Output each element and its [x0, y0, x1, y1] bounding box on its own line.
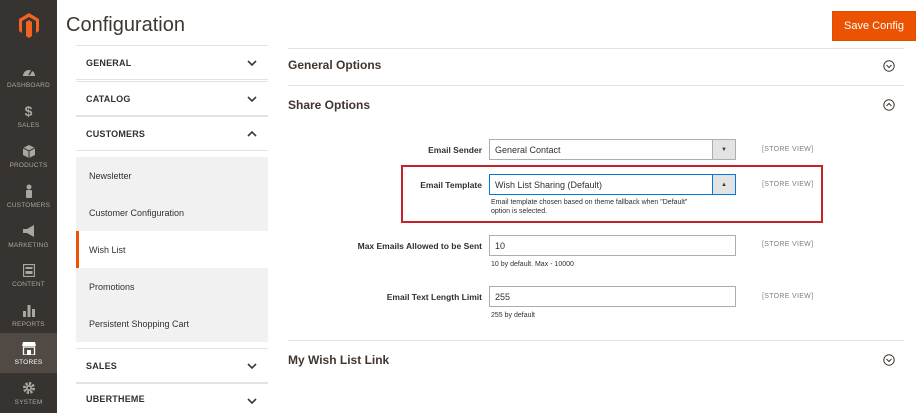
nav-label: MARKETING [8, 242, 49, 249]
nav-label: SALES [17, 122, 40, 129]
section-divider [288, 85, 904, 86]
tab-label: SALES [86, 360, 118, 371]
select-value: General Contact [495, 144, 561, 155]
nav-label: STORES [14, 359, 43, 366]
nav-marketing[interactable]: MARKETING [0, 216, 57, 256]
email-sender-label: Email Sender [428, 145, 482, 155]
tab-ubertheme[interactable]: UBERTHEME [76, 383, 268, 413]
person-icon [21, 183, 37, 199]
text-length-label: Email Text Length Limit [386, 292, 482, 302]
max-emails-label: Max Emails Allowed to be Sent [357, 241, 482, 251]
tab-label: CUSTOMERS [86, 128, 146, 139]
store-icon [21, 340, 37, 356]
tab-customers[interactable]: CUSTOMERS [76, 116, 268, 151]
section-divider [288, 48, 904, 49]
input-value: 10 [495, 240, 506, 251]
tab-item-wish-list[interactable]: Wish List [76, 231, 268, 268]
save-config-button[interactable]: Save Config [832, 11, 916, 41]
section-wish-list-link[interactable]: My Wish List Link [288, 353, 389, 367]
expand-circle-icon[interactable] [883, 60, 895, 72]
nav-label: CONTENT [12, 281, 45, 288]
magento-logo-icon[interactable] [0, 0, 57, 50]
section-general-options[interactable]: General Options [288, 58, 381, 72]
email-sender-select[interactable]: General Contact ▼ [489, 139, 736, 160]
page-title: Configuration [66, 14, 185, 36]
nav-label: DASHBOARD [7, 82, 50, 89]
chevron-down-icon [247, 96, 257, 103]
input-value: 255 [495, 291, 511, 302]
tab-item-promotions[interactable]: Promotions [76, 268, 268, 305]
arrow-down-icon: ▼ [712, 140, 735, 159]
tab-item-label: Newsletter [89, 170, 132, 181]
tab-label: CATALOG [86, 93, 131, 104]
chevron-down-icon [247, 363, 257, 370]
max-emails-input[interactable]: 10 [489, 235, 736, 256]
dollar-icon: $ [24, 103, 33, 119]
nav-system[interactable]: SYSTEM [0, 373, 57, 413]
cube-icon [21, 143, 37, 159]
tab-sales[interactable]: SALES [76, 348, 268, 383]
nav-label: PRODUCTS [9, 162, 48, 169]
tab-item-persistent-shopping-cart[interactable]: Persistent Shopping Cart [76, 305, 268, 342]
nav-label: SYSTEM [14, 399, 43, 406]
tab-item-label: Persistent Shopping Cart [89, 318, 190, 329]
gear-icon [21, 380, 37, 396]
admin-sidebar: DASHBOARD $ SALES PRODUCTS CUSTOMERS MAR… [0, 0, 57, 413]
bar-chart-icon [21, 302, 37, 318]
section-divider [288, 340, 904, 341]
nav-label: CUSTOMERS [6, 202, 51, 209]
scope-label: [STORE VIEW] [762, 241, 814, 248]
section-share-options[interactable]: Share Options [288, 98, 370, 112]
expand-circle-icon[interactable] [883, 354, 895, 366]
nav-products[interactable]: PRODUCTS [0, 136, 57, 176]
dashboard-icon [21, 63, 37, 79]
nav-label: REPORTS [12, 321, 45, 328]
chevron-down-icon [247, 60, 257, 67]
tab-catalog[interactable]: CATALOG [76, 81, 268, 116]
nav-customers[interactable]: CUSTOMERS [0, 176, 57, 216]
tab-item-label: Wish List [89, 244, 126, 255]
nav-dashboard[interactable]: DASHBOARD [0, 56, 57, 96]
highlight-box [401, 165, 823, 223]
nav-content[interactable]: CONTENT [0, 255, 57, 295]
max-emails-note: 10 by default. Max - 10000 [491, 261, 574, 268]
collapse-circle-icon[interactable] [883, 99, 895, 111]
megaphone-icon [21, 223, 37, 239]
tab-item-label: Promotions [89, 281, 135, 292]
chevron-up-icon [247, 130, 257, 137]
text-length-input[interactable]: 255 [489, 286, 736, 307]
nav-sales[interactable]: $ SALES [0, 96, 57, 136]
tab-general[interactable]: GENERAL [76, 45, 268, 80]
content-icon [21, 262, 37, 278]
chevron-down-icon [247, 398, 257, 405]
scope-label: [STORE VIEW] [762, 146, 814, 153]
tab-item-customer-configuration[interactable]: Customer Configuration [76, 194, 268, 231]
nav-stores[interactable]: STORES [0, 333, 57, 373]
tab-item-label: Customer Configuration [89, 207, 185, 218]
scope-label: [STORE VIEW] [762, 293, 814, 300]
tab-label: GENERAL [86, 57, 132, 68]
config-tabs: GENERAL CATALOG CUSTOMERS Newsletter Cus… [76, 45, 268, 413]
text-length-note: 255 by default [491, 312, 535, 319]
tab-label: UBERTHEME [86, 393, 145, 404]
nav-reports[interactable]: REPORTS [0, 295, 57, 335]
tab-item-newsletter[interactable]: Newsletter [76, 157, 268, 194]
